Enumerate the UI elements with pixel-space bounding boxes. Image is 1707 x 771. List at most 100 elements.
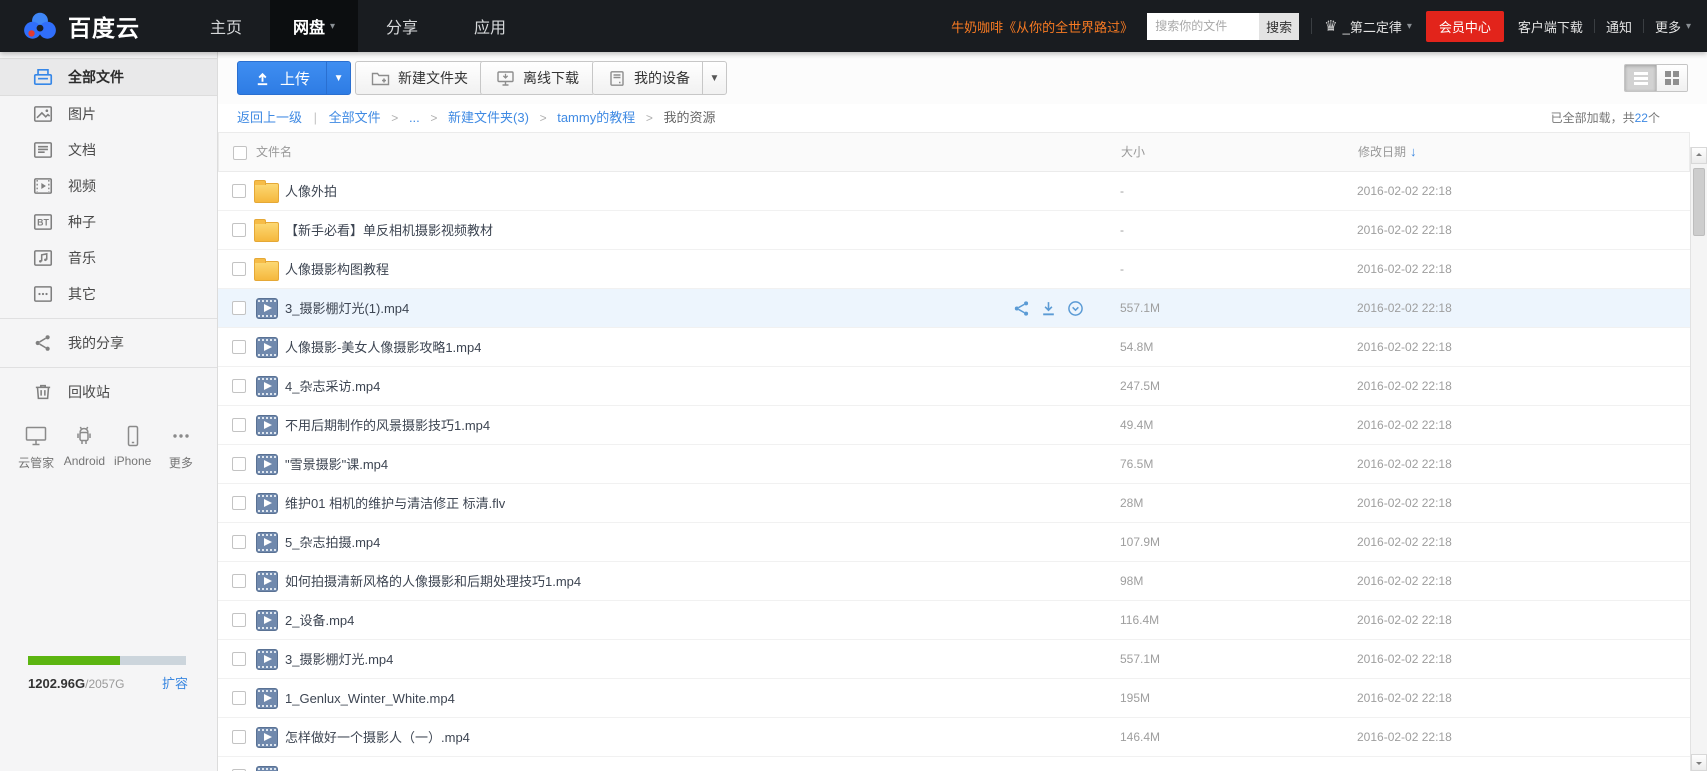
nav-share[interactable]: 分享 — [358, 0, 446, 52]
more-actions-icon[interactable] — [1067, 300, 1084, 317]
baidu-cloud-logo[interactable]: 百度云 — [0, 9, 140, 43]
file-name[interactable]: 2_设备.mp4 — [285, 601, 354, 640]
table-row[interactable]: 2_设备.mp4 116.4M 2016-02-02 22:18 — [218, 601, 1690, 640]
table-row[interactable]: 维护01 相机的维护与清洁修正 标清.flv 28M 2016-02-02 22… — [218, 484, 1690, 523]
row-checkbox[interactable] — [232, 301, 246, 315]
table-row[interactable]: 人像摄影-美女人像摄影攻略1.mp4 54.8M 2016-02-02 22:1… — [218, 328, 1690, 367]
file-name[interactable]: 4_杂志采访.mp4 — [285, 367, 380, 406]
file-name[interactable]: 3_摄影棚灯光.mp4 — [285, 640, 393, 679]
download-icon[interactable] — [1040, 300, 1057, 317]
table-row[interactable]: 怎样做好一个摄影人（一）.mp4 146.4M 2016-02-02 22:18 — [218, 718, 1690, 757]
vip-center-button[interactable]: 会员中心 — [1425, 10, 1504, 42]
row-checkbox[interactable] — [232, 730, 246, 744]
scroll-up-arrow-icon[interactable] — [1691, 147, 1707, 164]
scrollbar-thumb[interactable] — [1693, 168, 1705, 236]
column-header-date[interactable]: 修改日期 ↓ — [1358, 133, 1417, 171]
vertical-scrollbar[interactable] — [1690, 147, 1707, 771]
iphone-app[interactable]: iPhone — [109, 424, 157, 471]
file-name[interactable]: 3_摄影棚灯光(1).mp4 — [285, 289, 409, 328]
new-folder-button[interactable]: 新建文件夹 — [355, 61, 484, 95]
upload-button[interactable]: 上传 ▼ — [237, 61, 352, 95]
file-name[interactable]: 不用后期制作的风景摄影技巧1.mp4 — [285, 406, 490, 445]
user-menu[interactable]: ♛ _第二定律 ▾ — [1324, 17, 1412, 36]
table-row[interactable]: 5_杂志拍摄.mp4 107.9M 2016-02-02 22:18 — [218, 523, 1690, 562]
android-app[interactable]: Android — [60, 424, 108, 471]
table-row[interactable] — [218, 757, 1690, 771]
row-checkbox[interactable] — [232, 535, 246, 549]
file-name[interactable]: 人像摄影构图教程 — [285, 250, 389, 289]
nav-home[interactable]: 主页 — [182, 0, 270, 52]
file-name[interactable]: 怎样做好一个摄影人（一）.mp4 — [285, 718, 470, 757]
file-name[interactable]: 如何拍摄清新风格的人像摄影和后期处理技巧1.mp4 — [285, 562, 581, 601]
table-row[interactable]: 4_杂志采访.mp4 247.5M 2016-02-02 22:18 — [218, 367, 1690, 406]
sidebar-item-others[interactable]: 其它 — [0, 276, 217, 312]
nav-apps[interactable]: 应用 — [446, 0, 534, 52]
sidebar-item-documents[interactable]: 文档 — [0, 132, 217, 168]
sidebar-item-images[interactable]: 图片 — [0, 96, 217, 132]
sidebar-item-all-files[interactable]: 全部文件 — [0, 58, 217, 96]
table-row[interactable]: 【新手必看】单反相机摄影视频教材 - 2016-02-02 22:18 — [218, 211, 1690, 250]
new-folder-label: 新建文件夹 — [398, 70, 468, 86]
client-download-link[interactable]: 客户端下载 — [1518, 17, 1583, 36]
devices-dropdown-caret[interactable]: ▼ — [702, 62, 726, 94]
row-checkbox[interactable] — [232, 613, 246, 627]
offline-download-button[interactable]: 离线下载 — [480, 61, 595, 95]
file-name[interactable]: 1_Genlux_Winter_White.mp4 — [285, 679, 455, 718]
table-row[interactable]: 如何拍摄清新风格的人像摄影和后期处理技巧1.mp4 98M 2016-02-02… — [218, 562, 1690, 601]
breadcrumb-ellipsis[interactable]: ... — [409, 110, 420, 125]
list-view-button[interactable] — [1625, 65, 1656, 91]
more-apps[interactable]: 更多 — [157, 424, 205, 471]
row-checkbox[interactable] — [232, 691, 246, 705]
row-checkbox[interactable] — [232, 574, 246, 588]
sidebar-item-recycle-bin[interactable]: 回收站 — [0, 374, 217, 410]
expand-storage-link[interactable]: 扩容 — [162, 673, 188, 692]
file-name[interactable]: 5_杂志拍摄.mp4 — [285, 523, 380, 562]
select-all-checkbox[interactable] — [233, 146, 247, 160]
divider — [1593, 19, 1595, 33]
storage-bar — [28, 656, 186, 665]
row-checkbox[interactable] — [232, 379, 246, 393]
sidebar-item-my-shares[interactable]: 我的分享 — [0, 325, 217, 361]
row-checkbox[interactable] — [232, 457, 246, 471]
table-row[interactable]: 不用后期制作的风景摄影技巧1.mp4 49.4M 2016-02-02 22:1… — [218, 406, 1690, 445]
row-checkbox[interactable] — [232, 184, 246, 198]
row-checkbox[interactable] — [232, 652, 246, 666]
share-icon[interactable] — [1013, 300, 1030, 317]
breadcrumb-tammy-tutorials[interactable]: tammy的教程 — [557, 110, 635, 125]
back-to-parent-link[interactable]: 返回上一级 — [237, 110, 302, 125]
search-button[interactable]: 搜索 — [1259, 12, 1300, 40]
row-checkbox[interactable] — [232, 340, 246, 354]
upload-dropdown-caret[interactable]: ▼ — [326, 62, 351, 94]
file-name[interactable]: "雪景摄影"课.mp4 — [285, 445, 388, 484]
row-checkbox[interactable] — [232, 223, 246, 237]
table-row[interactable]: 1_Genlux_Winter_White.mp4 195M 2016-02-0… — [218, 679, 1690, 718]
cloud-manager-app[interactable]: 云管家 — [12, 424, 60, 471]
column-header-size[interactable]: 大小 — [1121, 133, 1145, 171]
file-name[interactable]: 人像摄影-美女人像摄影攻略1.mp4 — [285, 328, 481, 367]
row-checkbox[interactable] — [232, 418, 246, 432]
more-menu[interactable]: 更多 ▾ — [1655, 17, 1691, 36]
table-row[interactable]: 3_摄影棚灯光(1).mp4 557.1M 2016-02-02 22:18 — [218, 289, 1690, 328]
column-header-name[interactable]: 文件名 — [256, 133, 292, 171]
file-name[interactable]: 人像外拍 — [285, 172, 337, 211]
grid-view-button[interactable] — [1656, 65, 1687, 91]
scroll-down-arrow-icon[interactable] — [1691, 754, 1707, 771]
sidebar-item-videos[interactable]: 视频 — [0, 168, 217, 204]
sidebar-item-bt-seeds[interactable]: BT 种子 — [0, 204, 217, 240]
table-row[interactable]: "雪景摄影"课.mp4 76.5M 2016-02-02 22:18 — [218, 445, 1690, 484]
sidebar-item-music[interactable]: 音乐 — [0, 240, 217, 276]
notifications-link[interactable]: 通知 — [1606, 17, 1632, 36]
nav-pan[interactable]: 网盘 ▾ — [270, 0, 358, 52]
promo-link[interactable]: 牛奶咖啡《从你的全世界路过》 — [951, 17, 1133, 36]
table-row[interactable]: 人像摄影构图教程 - 2016-02-02 22:18 — [218, 250, 1690, 289]
search-input[interactable] — [1147, 12, 1260, 40]
my-devices-button[interactable]: 我的设备 ▼ — [592, 61, 727, 95]
file-name[interactable]: 【新手必看】单反相机摄影视频教材 — [285, 211, 493, 250]
breadcrumb-folder-3[interactable]: 新建文件夹(3) — [448, 110, 529, 125]
table-row[interactable]: 人像外拍 - 2016-02-02 22:18 — [218, 172, 1690, 211]
breadcrumb-all-files[interactable]: 全部文件 — [329, 110, 381, 125]
row-checkbox[interactable] — [232, 496, 246, 510]
file-name[interactable]: 维护01 相机的维护与清洁修正 标清.flv — [285, 484, 505, 523]
row-checkbox[interactable] — [232, 262, 246, 276]
table-row[interactable]: 3_摄影棚灯光.mp4 557.1M 2016-02-02 22:18 — [218, 640, 1690, 679]
